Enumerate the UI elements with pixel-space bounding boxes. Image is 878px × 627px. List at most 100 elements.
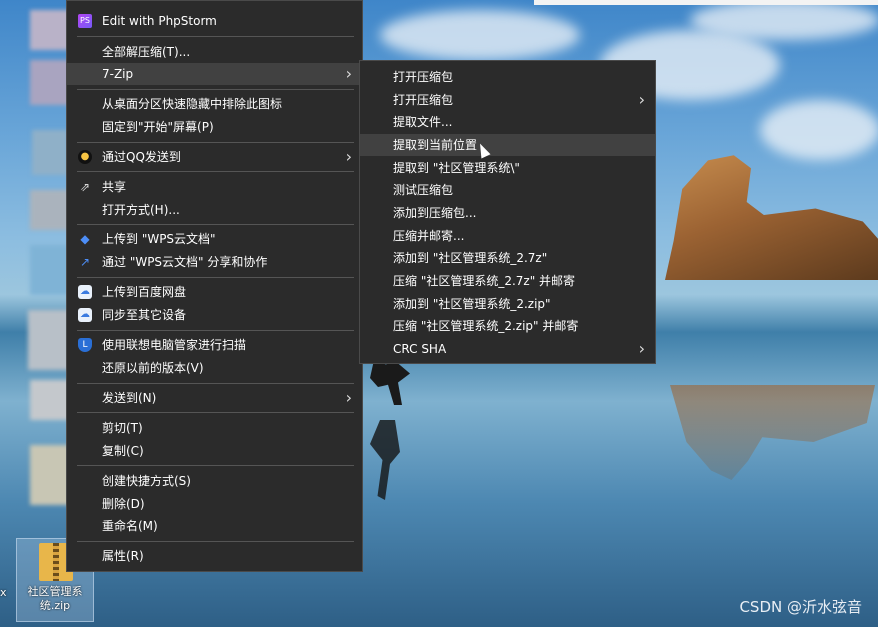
menu-item-label: 通过QQ发送到 (102, 150, 181, 164)
submenu-item-add-zip[interactable]: 添加到 "社区管理系统_2.zip" (360, 293, 655, 315)
menu-separator (77, 383, 354, 384)
submenu-item-test-archive[interactable]: 测试压缩包 (360, 179, 655, 201)
menu-item-label: 同步至其它设备 (102, 308, 187, 322)
runner-reflection (370, 420, 400, 500)
menu-item-label: 从桌面分区快速隐藏中排除此图标 (102, 97, 283, 111)
menu-item-label: 发送到(N) (102, 391, 157, 405)
menu-item-restore-versions[interactable]: 还原以前的版本(V) (67, 357, 362, 379)
menu-separator (77, 277, 354, 278)
menu-item-label: 复制(C) (102, 444, 144, 458)
menu-item-label: 重命名(M) (102, 519, 158, 533)
menu-item-label: Edit with PhpStorm (102, 14, 217, 28)
submenu-item-label: 测试压缩包 (393, 183, 454, 197)
qq-icon: ● (78, 150, 92, 164)
submenu-item-extract-files[interactable]: 提取文件... (360, 111, 655, 133)
context-menu: PS Edit with PhpStorm 全部解压缩(T)... 7-Zip … (66, 0, 363, 572)
menu-item-label: 全部解压缩(T)... (102, 45, 191, 59)
submenu-item-label: 提取到 "社区管理系统\" (393, 161, 520, 175)
menu-item-label: 7-Zip (102, 67, 134, 81)
menu-item-wps-share[interactable]: ↗ 通过 "WPS云文档" 分享和协作 (67, 251, 362, 273)
submenu-item-label: 添加到 "社区管理系统_2.zip" (393, 297, 551, 311)
menu-item-cut[interactable]: 剪切(T) (67, 417, 362, 439)
submenu-item-open-archive-more[interactable]: 打开压缩包 › (360, 89, 655, 111)
menu-item-properties[interactable]: 属性(R) (67, 545, 362, 567)
submenu-item-compress-7z-email[interactable]: 压缩 "社区管理系统_2.7z" 并邮寄 (360, 270, 655, 292)
blurred-desktop-icon (30, 10, 70, 50)
submenu-item-label: 打开压缩包 (393, 93, 454, 107)
submenu-item-label: 提取到当前位置 (393, 138, 478, 152)
submenu-item-label: 压缩并邮寄... (393, 229, 465, 243)
menu-item-send-qq[interactable]: ● 通过QQ发送到 › (67, 146, 362, 168)
baidu-netdisk-icon: ☁ (78, 285, 92, 299)
chevron-right-icon: › (638, 339, 645, 358)
wps-share-icon: ↗ (79, 255, 91, 269)
menu-item-7zip[interactable]: 7-Zip › (67, 63, 362, 85)
submenu-item-open-archive[interactable]: 打开压缩包 (360, 66, 655, 88)
menu-separator (77, 36, 354, 37)
chevron-right-icon: › (345, 64, 352, 83)
menu-separator (77, 142, 354, 143)
menu-item-label: 删除(D) (102, 497, 145, 511)
submenu-item-crc-sha[interactable]: CRC SHA › (360, 338, 655, 360)
menu-item-send-to[interactable]: 发送到(N) › (67, 387, 362, 409)
menu-separator (77, 224, 354, 225)
menu-item-share[interactable]: ⇗ 共享 (67, 176, 362, 198)
menu-separator (77, 541, 354, 542)
menu-item-pin-start[interactable]: 固定到"开始"屏幕(P) (67, 116, 362, 138)
menu-item-create-shortcut[interactable]: 创建快捷方式(S) (67, 470, 362, 492)
submenu-item-add-7z[interactable]: 添加到 "社区管理系统_2.7z" (360, 247, 655, 269)
cloud (690, 0, 878, 40)
watermark: CSDN @沂水弦音 (739, 598, 862, 616)
submenu-item-label: 提取文件... (393, 115, 453, 129)
phpstorm-icon: PS (78, 14, 92, 28)
menu-item-extract-all[interactable]: 全部解压缩(T)... (67, 41, 362, 63)
submenu-item-label: CRC SHA (393, 342, 447, 356)
chevron-right-icon: › (345, 388, 352, 407)
cloud (380, 10, 580, 60)
file-name-label: 社区管理系统.zip (27, 585, 83, 612)
submenu-item-compress-zip-email[interactable]: 压缩 "社区管理系统_2.zip" 并邮寄 (360, 315, 655, 337)
menu-item-label: 创建快捷方式(S) (102, 474, 191, 488)
blurred-desktop-icon (30, 60, 70, 105)
submenu-item-compress-email[interactable]: 压缩并邮寄... (360, 225, 655, 247)
menu-item-open-with[interactable]: 打开方式(H)... (67, 199, 362, 221)
lenovo-shield-icon: L (78, 338, 92, 352)
rock-reflection (670, 385, 875, 480)
menu-item-label: 还原以前的版本(V) (102, 361, 204, 375)
submenu-item-add-to-archive[interactable]: 添加到压缩包... (360, 202, 655, 224)
menu-separator (77, 412, 354, 413)
sea-stack-rock (665, 155, 878, 280)
wps-upload-icon: ◆ (80, 232, 90, 246)
blurred-desktop-icon (28, 310, 70, 370)
menu-separator (77, 465, 354, 466)
menu-item-label: 共享 (102, 180, 127, 194)
menu-separator (77, 171, 354, 172)
submenu-item-extract-to-folder[interactable]: 提取到 "社区管理系统\" (360, 157, 655, 179)
menu-item-wps-upload[interactable]: ◆ 上传到 "WPS云文档" (67, 228, 362, 250)
share-icon: ⇗ (79, 180, 91, 194)
menu-item-baidu-upload[interactable]: ☁ 上传到百度网盘 (67, 281, 362, 303)
blurred-desktop-icon (30, 190, 70, 230)
submenu-item-label: 添加到压缩包... (393, 206, 477, 220)
submenu-item-label: 压缩 "社区管理系统_2.zip" 并邮寄 (393, 319, 579, 333)
blurred-desktop-icon (30, 380, 70, 420)
menu-item-baidu-sync[interactable]: ☁ 同步至其它设备 (67, 304, 362, 326)
menu-item-rename[interactable]: 重命名(M) (67, 515, 362, 537)
submenu-item-extract-here[interactable]: 提取到当前位置 (360, 134, 655, 156)
menu-separator (77, 89, 354, 90)
window-edge (534, 0, 878, 5)
blurred-desktop-icon (30, 445, 70, 505)
blurred-desktop-icon (30, 245, 70, 295)
menu-item-exclude-hide[interactable]: 从桌面分区快速隐藏中排除此图标 (67, 93, 362, 115)
blurred-desktop-icon (32, 130, 68, 175)
menu-item-copy[interactable]: 复制(C) (67, 440, 362, 462)
7zip-submenu: 打开压缩包 打开压缩包 › 提取文件... 提取到当前位置 提取到 "社区管理系… (359, 60, 656, 364)
menu-item-label: 剪切(T) (102, 421, 143, 435)
menu-item-delete[interactable]: 删除(D) (67, 493, 362, 515)
submenu-item-label: 打开压缩包 (393, 70, 454, 84)
menu-item-edit-phpstorm[interactable]: PS Edit with PhpStorm (67, 10, 362, 32)
cut-off-file-label: x (0, 586, 7, 599)
menu-item-label: 上传到 "WPS云文档" (102, 232, 216, 246)
menu-item-lenovo-scan[interactable]: L 使用联想电脑管家进行扫描 (67, 334, 362, 356)
menu-item-label: 上传到百度网盘 (102, 285, 187, 299)
